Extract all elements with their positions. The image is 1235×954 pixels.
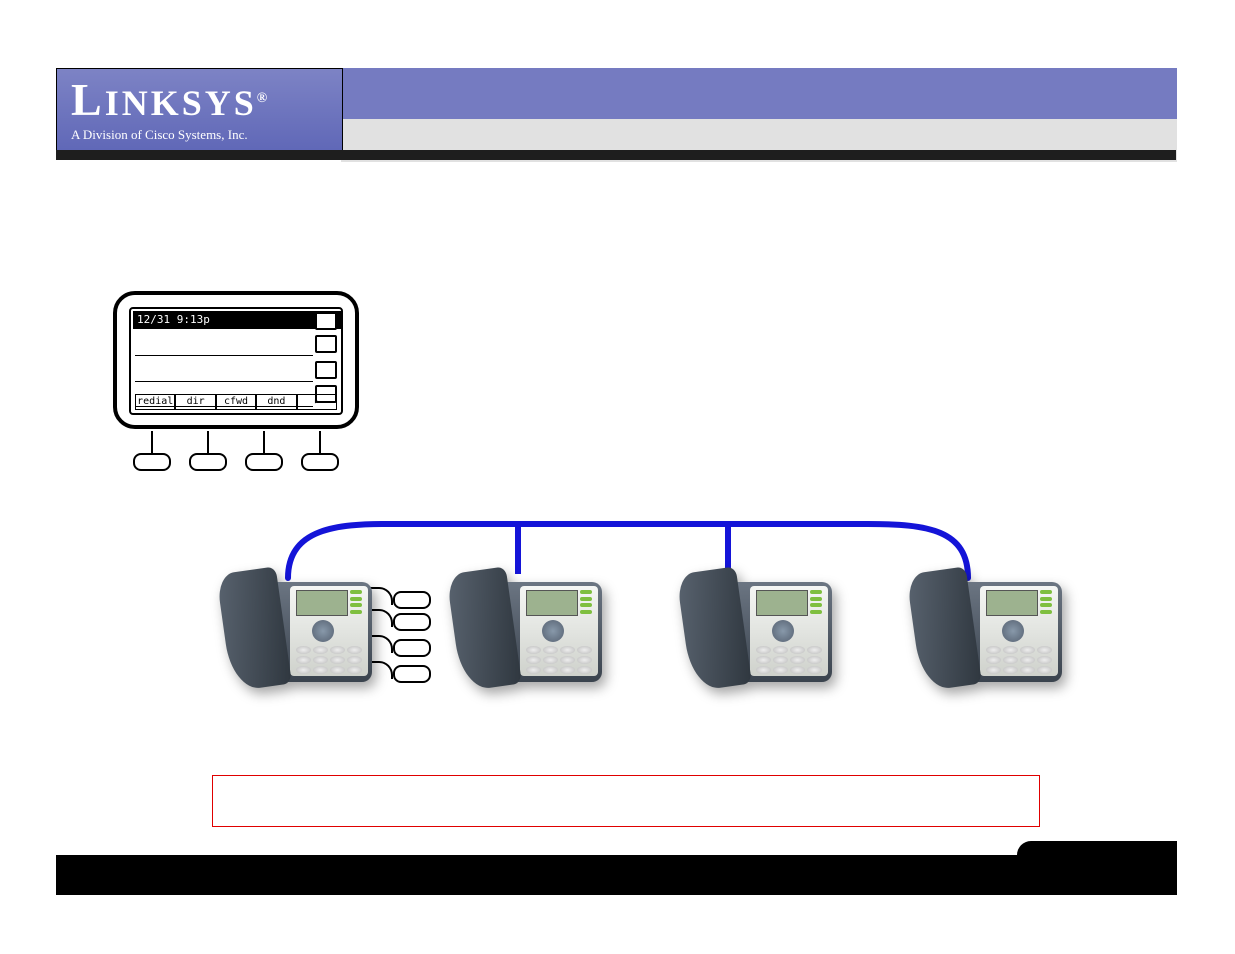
phones-row (220, 570, 1080, 710)
softkey-label: ▸ (297, 394, 337, 410)
softkey-button (301, 431, 339, 471)
ip-phone-icon (450, 570, 620, 700)
logo-rest: INKSYS (105, 83, 257, 123)
footer-bar (56, 855, 1177, 895)
line-key-icon (315, 361, 337, 379)
registered-mark: ® (257, 91, 270, 106)
lcd-separator (135, 355, 313, 356)
softkey-label: redial (135, 394, 175, 410)
softkey-button (245, 431, 283, 471)
callout-box (212, 775, 1040, 827)
softkey-button (133, 431, 171, 471)
lcd-separator (135, 381, 313, 382)
softkey-buttons-row (133, 431, 339, 471)
phone-lcd-illustration: 12/31 9:13p redial dir cfwd dnd ▸ (113, 291, 433, 491)
lcd-inner: 12/31 9:13p redial dir cfwd dnd ▸ (129, 307, 343, 415)
line-key-icon (315, 335, 337, 353)
softkey-label: dir (175, 394, 215, 410)
softkey-label: cfwd (216, 394, 256, 410)
lcd-softkey-row: redial dir cfwd dnd ▸ (135, 394, 337, 410)
ip-phone-icon (680, 570, 850, 700)
softkey-label: dnd (256, 394, 296, 410)
softkey-button (189, 431, 227, 471)
lcd-frame: 12/31 9:13p redial dir cfwd dnd ▸ (113, 291, 359, 429)
header-underline (56, 150, 1176, 160)
line-key-icon (315, 312, 337, 330)
logo-subtitle: A Division of Cisco Systems, Inc. (57, 123, 342, 147)
lcd-datetime: 12/31 9:13p (133, 311, 341, 329)
ip-phone-icon (910, 570, 1080, 700)
logo-letter-l: L (71, 74, 105, 125)
ip-phone-icon (220, 570, 390, 700)
footer-notch (1017, 841, 1177, 855)
header-banner-purple (341, 68, 1177, 119)
linksys-logo: LINKSYS® A Division of Cisco Systems, In… (56, 68, 343, 154)
